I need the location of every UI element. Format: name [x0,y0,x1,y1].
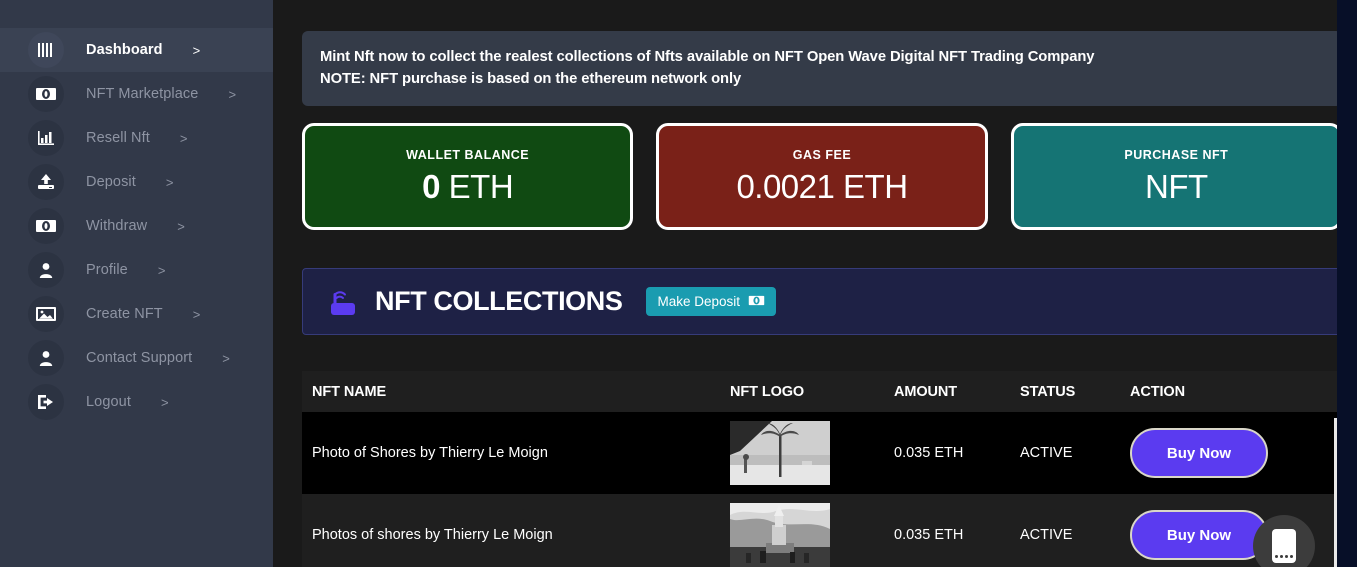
right-edge-panel [1337,0,1357,567]
nft-name-cell: Photos of shores by Thierry Le Moign [302,494,730,567]
bar-chart-icon [28,120,64,156]
nft-name-cell: Photo of Shores by Thierry Le Moign [302,412,730,494]
card-label: PURCHASE NFT [1124,148,1228,162]
page-scrollbar-thumb[interactable] [1334,418,1337,567]
column-header-nft-logo: NFT LOGO [730,371,894,412]
buy-now-button[interactable]: Buy Now [1130,510,1268,560]
column-header-action: ACTION [1130,371,1342,412]
banknote-icon [748,294,765,309]
main-content: Mint Nft now to collect the realest coll… [273,0,1357,567]
sidebar-item-label: NFT Marketplace [86,86,198,102]
column-header-nft-name: NFT NAME [302,371,730,412]
app-root: Dashboard > NFT Marketplace > Resell Nft… [0,0,1357,567]
banner-line-1: Mint Nft now to collect the realest coll… [320,46,1324,68]
column-header-status: STATUS [1020,371,1130,412]
banknote-icon [28,76,64,112]
image-icon [28,296,64,332]
upload-icon [28,164,64,200]
bars-icon [28,32,64,68]
logout-icon [28,384,64,420]
sidebar-item-profile[interactable]: Profile > [0,248,273,292]
wallet-balance-unit: ETH [449,168,514,205]
card-value: 0 ETH [422,168,513,206]
status-badge: ACTIVE [1020,494,1130,567]
table-header-row: NFT NAME NFT LOGO AMOUNT STATUS ACTION [302,371,1342,412]
chevron-right-icon: > [193,307,201,322]
make-deposit-label: Make Deposit [657,294,740,309]
chat-bubble-icon [1272,529,1296,563]
card-value: NFT [1145,168,1208,206]
sidebar-item-label: Profile [86,262,128,278]
nft-logo-cell [730,494,894,567]
table-row: Photo of Shores by Thierry Le Moign [302,412,1342,494]
sidebar: Dashboard > NFT Marketplace > Resell Nft… [0,0,273,567]
amount-cell: 0.035 ETH [894,412,1020,494]
sidebar-item-label: Dashboard [86,42,163,58]
content-column: Mint Nft now to collect the realest coll… [302,31,1342,567]
sidebar-item-label: Withdraw [86,218,147,234]
sidebar-item-contact-support[interactable]: Contact Support > [0,336,273,380]
user-icon [28,340,64,376]
wallet-balance-card: WALLET BALANCE 0 ETH [302,123,633,230]
chevron-right-icon: > [180,131,188,146]
nft-table: NFT NAME NFT LOGO AMOUNT STATUS ACTION P… [302,371,1342,567]
amount-cell: 0.035 ETH [894,494,1020,567]
page-title: NFT COLLECTIONS [375,286,622,317]
chevron-right-icon: > [193,43,201,58]
chevron-right-icon: > [166,175,174,190]
chevron-right-icon: > [158,263,166,278]
banknote-icon [28,208,64,244]
user-icon [28,252,64,288]
nft-collections-header: NFT COLLECTIONS Make Deposit [302,268,1342,335]
wallet-balance-number: 0 [422,168,440,205]
column-header-amount: AMOUNT [894,371,1020,412]
sidebar-item-deposit[interactable]: Deposit > [0,160,273,204]
sidebar-item-create-nft[interactable]: Create NFT > [0,292,273,336]
router-wifi-icon [327,287,361,317]
monument-photo-thumbnail [730,503,830,567]
action-cell: Buy Now [1130,412,1342,494]
make-deposit-button[interactable]: Make Deposit [646,287,776,316]
sidebar-item-resell-nft[interactable]: Resell Nft > [0,116,273,160]
chat-dot [1275,555,1278,558]
card-label: GAS FEE [793,148,851,162]
chevron-right-icon: > [177,219,185,234]
banner-line-2: NOTE: NFT purchase is based on the ether… [320,68,1324,90]
sidebar-item-label: Deposit [86,174,136,190]
table-row: Photos of shores by Thierry Le Moign [302,494,1342,567]
sidebar-item-logout[interactable]: Logout > [0,380,273,424]
sidebar-item-label: Logout [86,394,131,410]
sidebar-item-label: Resell Nft [86,130,150,146]
status-badge: ACTIVE [1020,412,1130,494]
chat-dot [1285,555,1288,558]
chat-dot [1280,555,1283,558]
chevron-right-icon: > [228,87,236,102]
card-value: 0.0021 ETH [736,168,907,206]
sidebar-item-label: Contact Support [86,350,192,366]
beach-palm-photo-thumbnail [730,421,830,485]
announcement-banner: Mint Nft now to collect the realest coll… [302,31,1342,106]
chevron-right-icon: > [222,351,230,366]
sidebar-item-label: Create NFT [86,306,163,322]
sidebar-item-withdraw[interactable]: Withdraw > [0,204,273,248]
content-top-gap [273,0,1337,8]
gas-fee-card: GAS FEE 0.0021 ETH [656,123,987,230]
sidebar-item-dashboard[interactable]: Dashboard > [0,28,273,72]
nft-logo-cell [730,412,894,494]
sidebar-item-nft-marketplace[interactable]: NFT Marketplace > [0,72,273,116]
stat-cards: WALLET BALANCE 0 ETH GAS FEE 0.0021 ETH … [302,123,1342,230]
chat-dot [1290,555,1293,558]
purchase-nft-card[interactable]: PURCHASE NFT NFT [1011,123,1342,230]
chevron-right-icon: > [161,395,169,410]
card-label: WALLET BALANCE [406,148,529,162]
buy-now-button[interactable]: Buy Now [1130,428,1268,478]
